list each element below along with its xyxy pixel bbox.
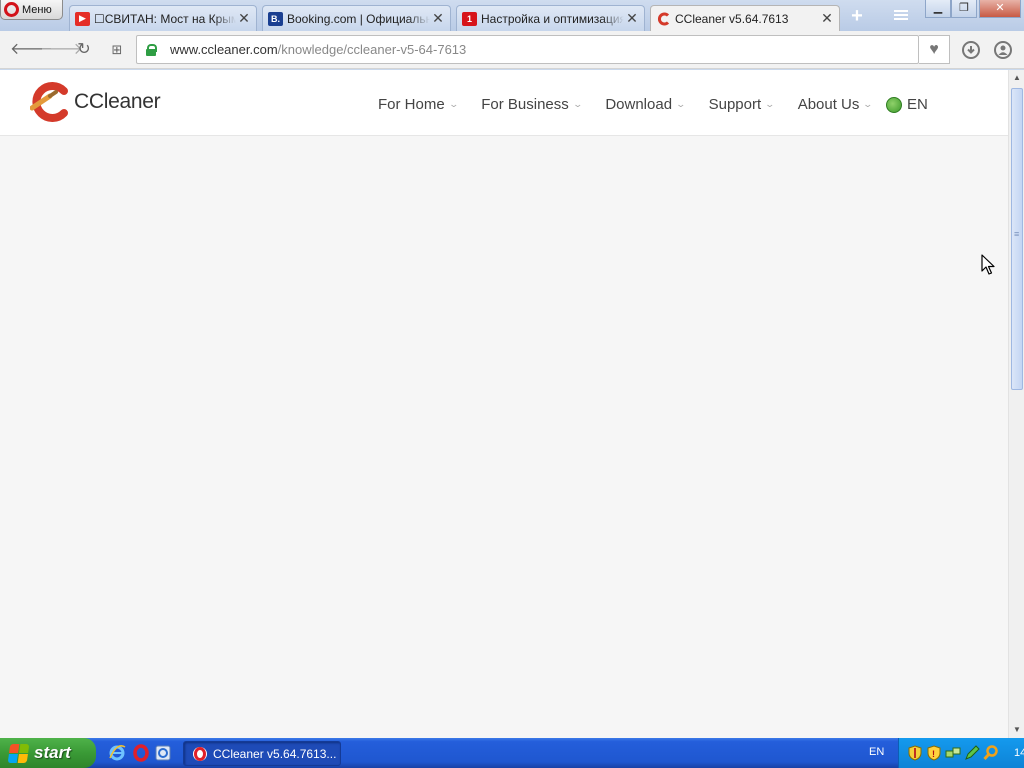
taskbar-window-ccleaner[interactable]: CCleaner v5.64.7613... bbox=[183, 741, 341, 766]
opera-logo-icon bbox=[4, 2, 19, 17]
tab-nastroika[interactable]: 1 Настройка и оптимизация р ✕ bbox=[456, 5, 645, 31]
start-button[interactable]: start bbox=[0, 738, 96, 768]
browser-toolbar: 🡐 🡒 ↻ ⊞ www.ccleaner.com /knowledge/ccle… bbox=[0, 31, 1024, 69]
chevron-down-icon: ⌄ bbox=[862, 99, 874, 109]
svg-text:!: ! bbox=[932, 749, 935, 759]
bookmark-heart-icon[interactable]: ♥ bbox=[919, 35, 950, 64]
security-shield-icon[interactable] bbox=[907, 745, 923, 761]
browser-menu-label: Меню bbox=[22, 3, 52, 16]
close-window-icon[interactable]: ✕ bbox=[979, 0, 1021, 18]
main-navigation: For Home ⌄ For Business ⌄ Download ⌄ Sup… bbox=[378, 96, 928, 113]
windows-security-alert-icon[interactable]: ! bbox=[926, 745, 942, 761]
new-tab-icon[interactable]: + bbox=[848, 6, 866, 26]
nav-label: About Us bbox=[797, 96, 860, 113]
language-label: EN bbox=[906, 96, 928, 113]
tab-title: Booking.com | Официальны bbox=[287, 11, 430, 26]
site-icon: 1 bbox=[462, 11, 477, 26]
browser-menu-button[interactable]: Меню bbox=[0, 0, 63, 20]
nav-label: For Business bbox=[481, 96, 569, 113]
tab-booking[interactable]: B. Booking.com | Официальны ✕ bbox=[262, 5, 451, 31]
search-icon[interactable] bbox=[983, 745, 999, 761]
address-host: www.ccleaner.com bbox=[170, 42, 278, 57]
back-icon[interactable]: 🡐 bbox=[10, 39, 53, 61]
site-header: CCleaner For Home ⌄ For Business ⌄ Downl… bbox=[0, 70, 1008, 136]
desktop-shortcut-icon[interactable] bbox=[154, 744, 172, 762]
close-tab-icon[interactable]: ✕ bbox=[819, 10, 835, 27]
nav-label: Download bbox=[605, 96, 673, 113]
tab-title: CCleaner v5.64.7613 bbox=[675, 11, 789, 26]
ccleaner-logo[interactable]: CCleaner bbox=[29, 82, 161, 122]
windows-flag-icon bbox=[7, 743, 30, 763]
mouse-cursor-icon bbox=[981, 254, 995, 275]
keyboard-language-indicator[interactable]: EN bbox=[869, 746, 884, 758]
close-tab-icon[interactable]: ✕ bbox=[430, 10, 446, 27]
system-tray: ! 14:05 bbox=[898, 738, 1024, 768]
nav-about-us[interactable]: About Us ⌄ bbox=[797, 96, 874, 113]
scroll-up-arrow-icon[interactable]: ▲ bbox=[1009, 70, 1024, 86]
opera-icon bbox=[193, 746, 207, 761]
ccleaner-logo-icon bbox=[29, 82, 72, 122]
nav-for-business[interactable]: For Business ⌄ bbox=[481, 96, 583, 113]
speed-dial-icon[interactable]: ⊞ bbox=[106, 39, 128, 61]
system-clock[interactable]: 14:05 bbox=[1014, 747, 1024, 759]
nav-support[interactable]: Support ⌄ bbox=[708, 96, 776, 113]
close-tab-icon[interactable]: ✕ bbox=[624, 10, 640, 27]
restore-icon[interactable]: ❐ bbox=[951, 0, 977, 18]
pencil-tool-icon[interactable] bbox=[964, 745, 980, 761]
tab-title: ☐СВИТАН: Мост на Крым Р bbox=[94, 11, 236, 26]
address-path: /knowledge/ccleaner-v5-64-7613 bbox=[277, 42, 467, 57]
chevron-down-icon: ⌄ bbox=[675, 99, 687, 109]
lock-icon bbox=[146, 43, 157, 56]
minimize-icon[interactable]: ▁ bbox=[925, 0, 951, 18]
ccleaner-icon bbox=[656, 12, 671, 26]
chevron-down-icon: ⌄ bbox=[448, 99, 459, 109]
vertical-scrollbar[interactable]: ▲ ▼ bbox=[1008, 70, 1024, 738]
logo-text: CCleaner bbox=[74, 90, 161, 113]
nav-label: For Home bbox=[378, 96, 445, 113]
start-label: start bbox=[34, 743, 71, 762]
youtube-icon: ▶ bbox=[75, 11, 90, 26]
reload-icon[interactable]: ↻ bbox=[73, 39, 95, 61]
taskbar: start CCleaner v5.64.7613... EN ! 14 bbox=[0, 738, 1024, 768]
tab-youtube[interactable]: ▶ ☐СВИТАН: Мост на Крым Р ✕ bbox=[69, 5, 257, 31]
scrollbar-thumb[interactable] bbox=[1011, 88, 1023, 390]
address-bar[interactable]: www.ccleaner.com /knowledge/ccleaner-v5-… bbox=[136, 35, 919, 64]
network-icon[interactable] bbox=[945, 745, 961, 761]
chevron-down-icon: ⌄ bbox=[572, 99, 583, 109]
tab-title: Настройка и оптимизация р bbox=[481, 11, 624, 26]
chevron-down-icon: ⌄ bbox=[764, 99, 776, 109]
downloads-icon[interactable] bbox=[962, 41, 980, 59]
account-icon[interactable] bbox=[994, 41, 1012, 59]
nav-label: Support bbox=[708, 96, 762, 113]
browser-tab-strip: Меню ▶ ☐СВИТАН: Мост на Крым Р ✕ B. Book… bbox=[0, 0, 1024, 31]
tab-menu-icon[interactable] bbox=[892, 8, 910, 24]
booking-icon: B. bbox=[268, 11, 283, 26]
internet-explorer-icon[interactable] bbox=[108, 744, 126, 762]
page-viewport: CCleaner For Home ⌄ For Business ⌄ Downl… bbox=[0, 70, 1008, 738]
opera-icon[interactable] bbox=[132, 744, 150, 762]
language-selector[interactable]: EN bbox=[885, 96, 928, 113]
close-tab-icon[interactable]: ✕ bbox=[236, 10, 252, 27]
nav-for-home[interactable]: For Home ⌄ bbox=[378, 96, 459, 113]
scroll-down-arrow-icon[interactable]: ▼ bbox=[1009, 722, 1024, 738]
nav-download[interactable]: Download ⌄ bbox=[605, 96, 687, 113]
forward-icon[interactable]: 🡒 bbox=[40, 39, 83, 61]
globe-icon bbox=[885, 96, 902, 113]
tab-ccleaner[interactable]: CCleaner v5.64.7613 ✕ bbox=[650, 5, 840, 31]
taskbar-window-title: CCleaner v5.64.7613... bbox=[213, 746, 337, 761]
